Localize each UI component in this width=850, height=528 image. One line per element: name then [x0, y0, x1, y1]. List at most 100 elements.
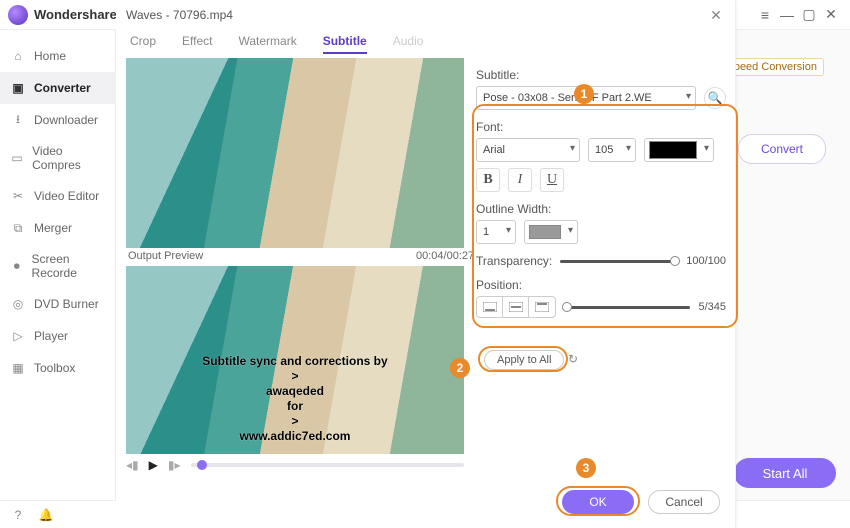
- notification-icon[interactable]: 🔔: [38, 507, 54, 523]
- transparency-value: 100/100: [686, 255, 726, 267]
- help-icon[interactable]: ?: [10, 507, 26, 523]
- outline-color-select[interactable]: ▾: [524, 220, 578, 244]
- font-size-select[interactable]: 105 ▾: [588, 138, 636, 162]
- chevron-down-icon: ▾: [570, 143, 575, 154]
- sidebar-item-compressor[interactable]: ▭ Video Compres: [0, 136, 115, 180]
- next-frame-icon[interactable]: ▮▸: [168, 458, 181, 472]
- editor-tabs: Crop Effect Watermark Subtitle Audio: [130, 34, 423, 54]
- sidebar-item-label: Home: [34, 49, 66, 63]
- close-icon[interactable]: ✕: [707, 6, 725, 24]
- sidebar-item-dvd[interactable]: ◎ DVD Burner: [0, 288, 115, 320]
- chevron-down-icon: ▾: [686, 91, 691, 102]
- apply-to-all-button[interactable]: Apply to All: [484, 350, 564, 370]
- window-close-icon[interactable]: ✕: [820, 4, 842, 26]
- sidebar: ⌂ Home ▣ Converter ⭳Downloader ▭ Video Comp…: [0, 30, 116, 500]
- position-value: 5/345: [698, 301, 726, 313]
- start-all-button[interactable]: Start All: [734, 458, 836, 488]
- position-preset-group: [476, 296, 556, 318]
- compress-icon: ▭: [10, 150, 24, 166]
- search-subtitle-icon[interactable]: 🔍: [704, 87, 726, 109]
- sidebar-item-label: Video Compres: [32, 144, 105, 172]
- sidebar-item-home[interactable]: ⌂ Home: [0, 40, 115, 72]
- sidebar-item-toolbox[interactable]: ▦ Toolbox: [0, 352, 115, 384]
- sidebar-item-label: Video Editor: [34, 189, 99, 203]
- convert-button[interactable]: Convert: [738, 134, 826, 164]
- italic-button[interactable]: I: [508, 168, 532, 192]
- disc-icon: ◎: [10, 296, 26, 312]
- sidebar-item-recorder[interactable]: ⏺ Screen Recorde: [0, 244, 115, 288]
- underline-button[interactable]: U: [540, 168, 564, 192]
- home-icon: ⌂: [10, 48, 26, 64]
- font-family-select[interactable]: Arial ▾: [476, 138, 580, 162]
- color-swatch: [529, 225, 561, 239]
- play-icon: ▷: [10, 328, 26, 344]
- position-middle-icon[interactable]: [503, 297, 529, 317]
- sidebar-item-label: Converter: [34, 81, 91, 95]
- sidebar-item-downloader[interactable]: ⭳Downloader: [0, 104, 115, 136]
- tab-watermark[interactable]: Watermark: [238, 34, 296, 54]
- scissors-icon: ✂: [10, 188, 26, 204]
- converter-icon: ▣: [10, 80, 26, 96]
- sidebar-item-label: Toolbox: [34, 361, 75, 375]
- sidebar-item-label: Player: [34, 329, 68, 343]
- play-button-icon[interactable]: ▶: [149, 458, 158, 472]
- download-icon: ⭳: [10, 112, 26, 128]
- merge-icon: ⧉: [10, 220, 26, 236]
- font-color-select[interactable]: ▾: [644, 138, 714, 162]
- app-logo-icon: [8, 5, 28, 25]
- subtitle-file-value: Pose - 03x08 - Series F Part 2.WE: [483, 92, 652, 104]
- annotation-badge-1: 1: [574, 84, 594, 104]
- color-swatch: [649, 141, 697, 159]
- chevron-down-icon: ▾: [626, 143, 631, 154]
- transparency-slider[interactable]: [560, 260, 678, 263]
- reset-icon[interactable]: ↻: [564, 350, 582, 368]
- prev-frame-icon[interactable]: ◂▮: [126, 458, 139, 472]
- outline-width-select[interactable]: 1▾: [476, 220, 516, 244]
- position-top-icon[interactable]: [529, 297, 555, 317]
- tab-audio[interactable]: Audio: [393, 34, 424, 54]
- sidebar-item-converter[interactable]: ▣ Converter: [0, 72, 115, 104]
- tab-crop[interactable]: Crop: [130, 34, 156, 54]
- record-icon: ⏺: [10, 258, 24, 274]
- font-label: Font:: [476, 120, 726, 134]
- source-preview: [126, 58, 464, 248]
- sidebar-item-editor[interactable]: ✂ Video Editor: [0, 180, 115, 212]
- chevron-down-icon: ▾: [568, 225, 573, 236]
- subtitle-editor-modal: Waves - 70796.mp4 ✕ Crop Effect Watermar…: [116, 0, 736, 528]
- cancel-button[interactable]: Cancel: [648, 490, 720, 514]
- modal-title: Waves - 70796.mp4: [126, 8, 233, 22]
- transparency-label: Transparency:: [476, 254, 552, 268]
- output-preview: Subtitle sync and corrections by > awaqe…: [126, 266, 464, 454]
- transport-controls: ◂▮ ▶ ▮▸: [126, 458, 464, 472]
- preview-time: 00:04/00:27: [416, 250, 474, 262]
- window-minimize-icon[interactable]: —: [776, 4, 798, 26]
- annotation-badge-3: 3: [576, 458, 596, 478]
- brand-name: Wondershare: [34, 7, 117, 22]
- grid-icon: ▦: [10, 360, 26, 376]
- position-label: Position:: [476, 278, 726, 292]
- bold-button[interactable]: B: [476, 168, 500, 192]
- sidebar-item-label: Merger: [34, 221, 72, 235]
- sidebar-item-merger[interactable]: ⧉ Merger: [0, 212, 115, 244]
- annotation-badge-2: 2: [450, 358, 470, 378]
- ok-button[interactable]: OK: [562, 490, 634, 514]
- subtitle-settings-panel: Subtitle: Pose - 03x08 - Series F Part 2…: [476, 64, 726, 318]
- sidebar-item-label: DVD Burner: [34, 297, 99, 311]
- font-family-value: Arial: [483, 144, 505, 156]
- hamburger-icon[interactable]: ≡: [754, 4, 776, 26]
- font-size-value: 105: [595, 144, 613, 156]
- position-bottom-icon[interactable]: [477, 297, 503, 317]
- tab-subtitle[interactable]: Subtitle: [323, 34, 367, 54]
- sidebar-item-label: Screen Recorde: [32, 252, 105, 280]
- position-slider[interactable]: [564, 306, 690, 309]
- preview-label: Output Preview: [128, 250, 203, 262]
- sidebar-item-player[interactable]: ▷ Player: [0, 320, 115, 352]
- subtitle-label: Subtitle:: [476, 68, 726, 82]
- chevron-down-icon: ▾: [704, 143, 709, 154]
- window-maximize-icon[interactable]: ▢: [798, 4, 820, 26]
- subtitle-overlay-text: Subtitle sync and corrections by > awaqe…: [126, 354, 464, 444]
- outline-width-value: 1: [483, 226, 489, 238]
- seek-slider[interactable]: [191, 463, 464, 467]
- tab-effect[interactable]: Effect: [182, 34, 212, 54]
- chevron-down-icon: ▾: [506, 225, 511, 236]
